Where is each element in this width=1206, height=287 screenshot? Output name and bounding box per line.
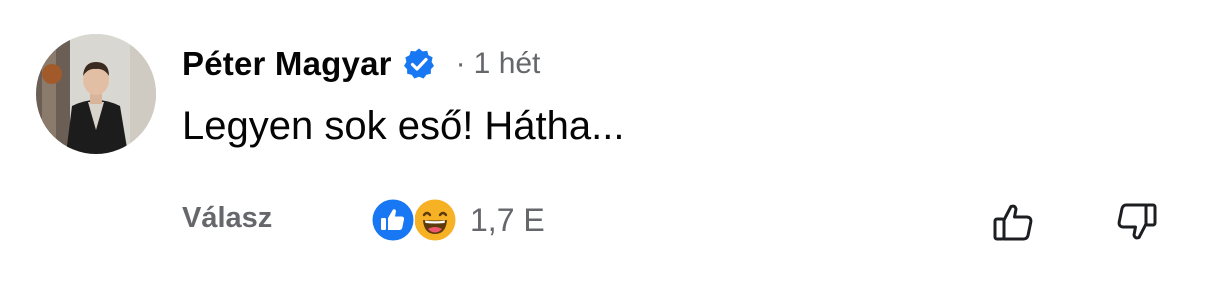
reactions-summary[interactable]: 1,7 E bbox=[370, 196, 545, 244]
comment-actions: Válasz 1,7 E bbox=[182, 196, 1182, 244]
reply-button[interactable]: Válasz bbox=[182, 202, 272, 235]
separator-dot: · bbox=[455, 47, 466, 80]
reaction-count: 1,7 E bbox=[470, 201, 545, 238]
timestamp[interactable]: 1 hét bbox=[474, 47, 541, 81]
thumbs-up-outline-icon[interactable] bbox=[990, 198, 1038, 246]
like-icon bbox=[370, 197, 416, 243]
comment: Péter Magyar · 1 hét Legyen sok eső! Hát… bbox=[0, 0, 1206, 287]
verified-badge-icon bbox=[402, 47, 436, 81]
thumbs-down-outline-icon[interactable] bbox=[1112, 198, 1160, 246]
comment-header: Péter Magyar · 1 hét bbox=[182, 40, 540, 88]
avatar[interactable] bbox=[36, 34, 156, 154]
author-name[interactable]: Péter Magyar bbox=[182, 45, 392, 83]
comment-text: Legyen sok eső! Hátha... bbox=[182, 104, 625, 148]
haha-icon bbox=[412, 197, 458, 243]
